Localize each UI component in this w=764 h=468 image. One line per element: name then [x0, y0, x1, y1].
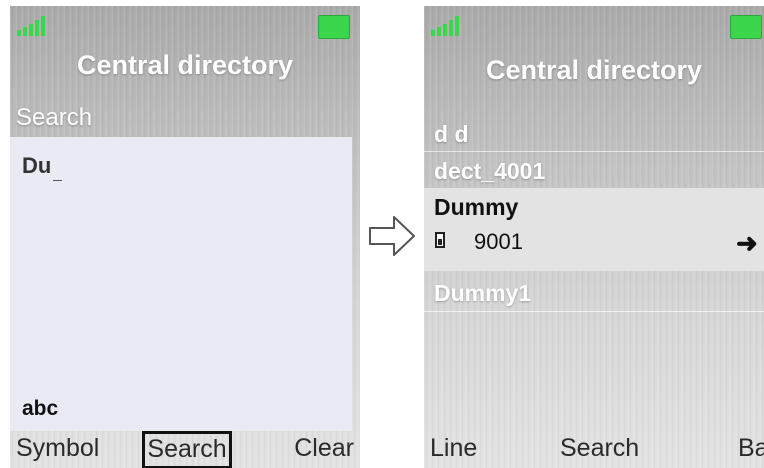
right-phone-screen: Central directory d d dect_4001 Dummy 90…	[424, 6, 764, 468]
back-softkey[interactable]: Back	[738, 434, 764, 463]
page-title: Central directory	[485, 55, 703, 85]
battery-icon	[730, 15, 762, 39]
softkey-bar: Line Search Back	[424, 431, 764, 468]
symbol-softkey[interactable]: Symbol	[16, 434, 99, 463]
softkey-bar: Symbol Search Clear	[10, 431, 360, 468]
search-input-value: Du	[22, 153, 52, 178]
search-softkey[interactable]: Search	[142, 431, 232, 468]
contact-number: 9001	[474, 229, 523, 254]
battery-icon	[318, 15, 350, 39]
line-softkey[interactable]: Line	[430, 434, 477, 463]
contact-name: Dummy1	[434, 280, 532, 306]
contact-name: d d	[434, 121, 469, 147]
list-divider	[424, 311, 764, 312]
input-mode-indicator: abc	[22, 397, 59, 420]
search-input[interactable]: Du abc	[10, 137, 352, 431]
clear-softkey[interactable]: Clear	[294, 434, 354, 463]
outline-arrow-right-icon	[369, 216, 415, 256]
contact-name: Dummy	[434, 194, 519, 220]
contact-list-item[interactable]: d d	[424, 114, 764, 150]
text-cursor	[53, 180, 62, 181]
search-softkey[interactable]: Search	[560, 434, 639, 463]
contact-list-item-selected[interactable]: Dummy 9001 ➜	[424, 188, 764, 271]
mobile-phone-icon	[435, 232, 445, 248]
left-phone-screen: Central directory Search Du abc Symbol S…	[10, 6, 360, 468]
signal-bars-icon	[431, 16, 463, 36]
contact-list-item[interactable]: dect_4001	[424, 152, 764, 188]
page-title: Central directory	[76, 50, 294, 80]
search-label: Search	[16, 104, 93, 131]
signal-bars-icon	[17, 16, 49, 36]
arrow-right-icon: ➜	[736, 228, 758, 258]
contact-list-item[interactable]: Dummy1	[424, 272, 764, 310]
contact-name: dect_4001	[434, 158, 546, 184]
